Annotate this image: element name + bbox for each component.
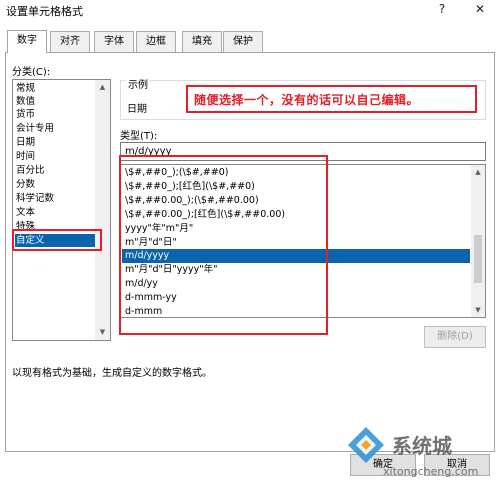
sample-label: 示例 xyxy=(126,76,150,91)
tab-number[interactable]: 数字 xyxy=(7,30,47,53)
category-scrollbar[interactable]: ▲ ▼ xyxy=(95,80,110,340)
sample-value: 日期 xyxy=(127,104,147,115)
tab-font[interactable]: 字体 xyxy=(94,31,134,52)
category-item[interactable]: 百分比 xyxy=(15,164,97,177)
category-item[interactable]: 文本 xyxy=(15,206,97,219)
scroll-down-icon[interactable]: ▼ xyxy=(95,325,110,340)
annotation-text: 随便选择一个，没有的话可以自己编辑。 xyxy=(194,93,420,107)
category-item[interactable]: 科学记数 xyxy=(15,192,97,205)
scroll-thumb[interactable] xyxy=(474,235,482,283)
scroll-down-icon[interactable]: ▼ xyxy=(471,303,485,318)
category-item[interactable]: 会计专用 xyxy=(15,122,97,135)
watermark-url: xitongcheng.com xyxy=(383,465,479,478)
scroll-up-icon[interactable]: ▲ xyxy=(95,80,110,95)
category-item[interactable]: 分数 xyxy=(15,178,97,191)
category-list[interactable]: 常规 数值 货币 会计专用 日期 时间 百分比 分数 科学记数 文本 特殊 自定… xyxy=(12,79,111,341)
watermark-brand: 系统城 xyxy=(392,434,452,458)
close-button[interactable]: ✕ xyxy=(472,2,488,16)
type-label: 类型(T): xyxy=(120,131,158,142)
format-highlight-box xyxy=(119,155,328,335)
window-title: 设置单元格格式 xyxy=(6,5,83,18)
delete-button[interactable]: 删除(D) xyxy=(424,326,486,348)
tab-alignment[interactable]: 对齐 xyxy=(50,31,90,52)
tab-border[interactable]: 边框 xyxy=(136,31,176,52)
category-item[interactable]: 货币 xyxy=(15,108,97,121)
tab-strip: 数字 对齐 字体 边框 填充 保护 xyxy=(5,30,495,53)
tab-fill[interactable]: 填充 xyxy=(182,31,222,52)
format-scrollbar[interactable]: ▲ ▼ xyxy=(471,165,485,317)
watermark-logo-icon xyxy=(346,425,386,465)
help-button[interactable]: ? xyxy=(434,2,450,16)
category-highlight-box xyxy=(12,229,102,251)
category-item[interactable]: 常规 xyxy=(15,82,97,95)
category-item[interactable]: 日期 xyxy=(15,136,97,149)
scroll-up-icon[interactable]: ▲ xyxy=(471,165,485,180)
category-label: 分类(C): xyxy=(12,67,51,78)
category-item[interactable]: 时间 xyxy=(15,150,97,163)
tab-protection[interactable]: 保护 xyxy=(223,31,263,52)
description-text: 以现有格式为基础，生成自定义的数字格式。 xyxy=(12,368,212,379)
category-item[interactable]: 数值 xyxy=(15,95,97,108)
